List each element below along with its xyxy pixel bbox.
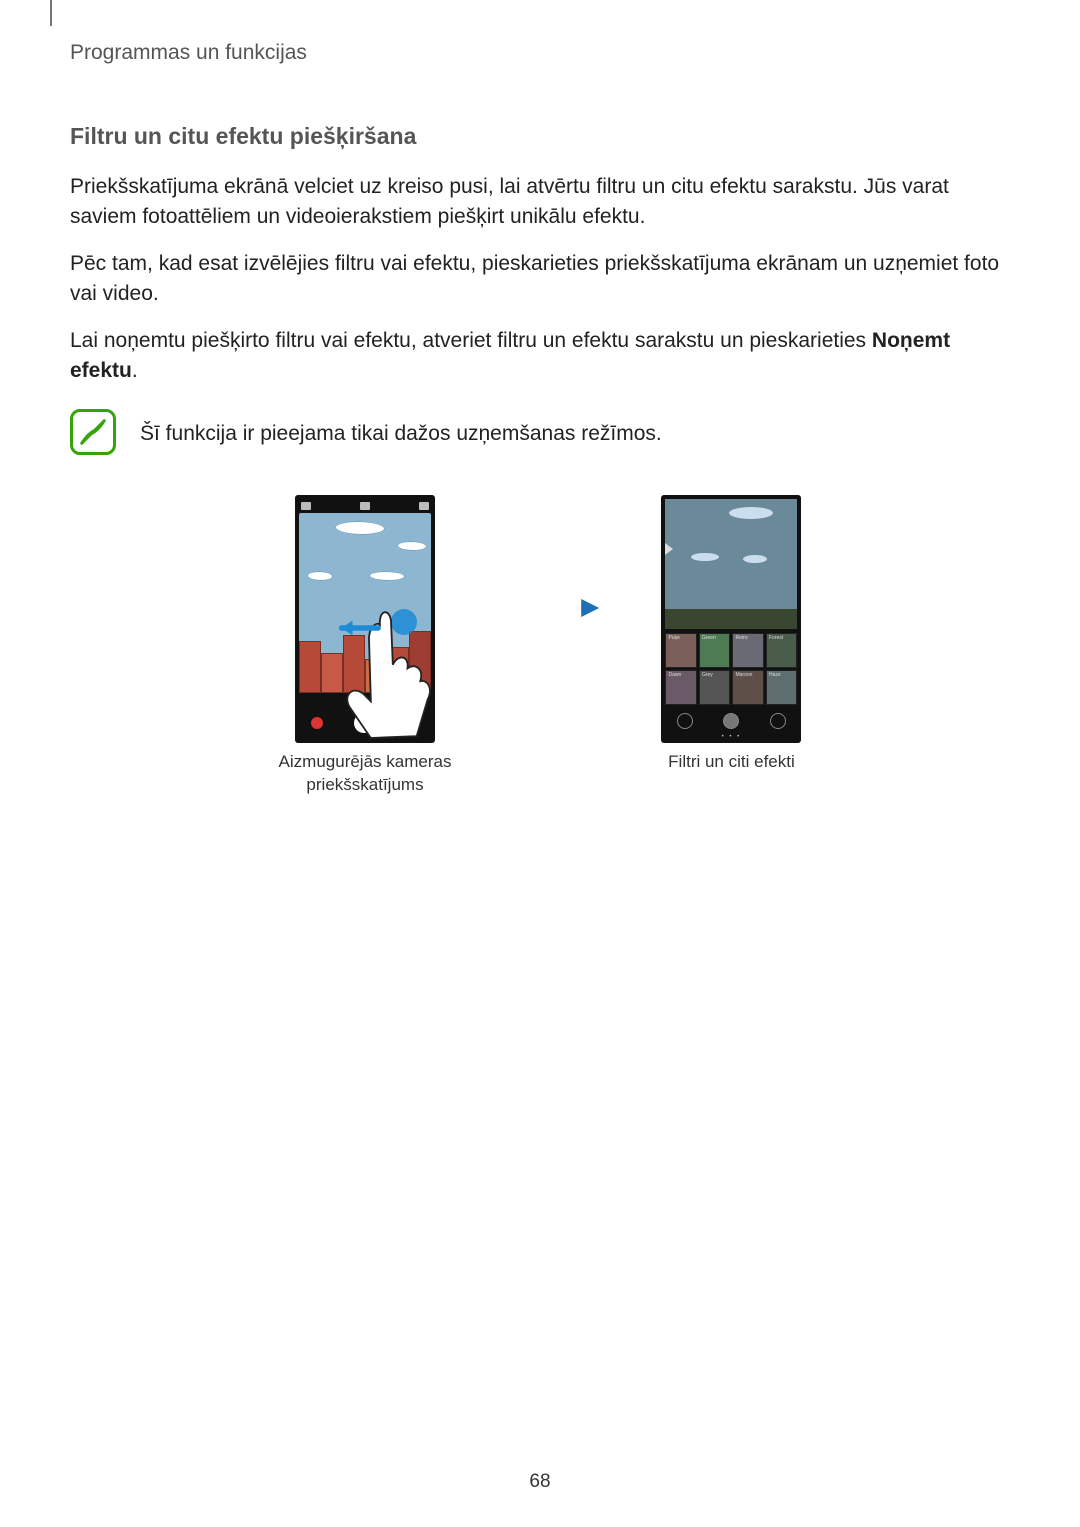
paragraph-3-c: . <box>132 359 138 382</box>
page-edge-mark <box>50 0 52 26</box>
filter-thumb: Maroon <box>732 670 764 705</box>
filter-thumb: Forest <box>766 633 798 668</box>
paragraph-2: Pēc tam, kad esat izvēlējies filtru vai … <box>70 249 1010 310</box>
note-icon <box>70 409 116 455</box>
figure-right: Puķe Green Retro Forest Dawn Grey Maroon… <box>661 495 801 774</box>
page-number: 68 <box>0 1471 1080 1493</box>
swipe-gesture-overlay <box>331 587 427 727</box>
pager-dots-icon: • • • <box>661 734 801 740</box>
filter-icon-row <box>661 713 801 729</box>
phone-filters: Puķe Green Retro Forest Dawn Grey Maroon… <box>661 495 801 743</box>
note-text: Šī funkcija ir pieejama tikai dažos uzņe… <box>140 413 662 449</box>
sticker-icon <box>770 713 786 729</box>
figure-left-caption: Aizmugurējās kameras priekšskatījums <box>279 751 452 797</box>
paragraph-1: Priekšskatījuma ekrānā velciet uz kreiso… <box>70 172 1010 233</box>
filter-preview <box>665 499 797 629</box>
filter-thumb: Puķe <box>665 633 697 668</box>
filter-thumb: Haze <box>766 670 798 705</box>
figure-right-caption: Filtri un citi efekti <box>668 751 795 774</box>
filter-thumb: Green <box>699 633 731 668</box>
figure-left-caption-line2: priekšskatījums <box>306 775 423 794</box>
paragraph-3: Lai noņemtu piešķirto filtru vai efektu,… <box>70 326 1010 387</box>
record-icon <box>311 717 323 729</box>
figure-left-caption-line1: Aizmugurējās kameras <box>279 752 452 771</box>
flash-icon <box>360 502 370 510</box>
face-icon <box>677 713 693 729</box>
paragraph-3-a: Lai noņemtu piešķirto filtru vai efektu,… <box>70 329 872 352</box>
statusbar <box>301 501 429 511</box>
filter-grid: Puķe Green Retro Forest Dawn Grey Maroon… <box>665 633 797 705</box>
note-callout: Šī funkcija ir pieejama tikai dažos uzņe… <box>70 413 1010 455</box>
chevron-left-icon <box>665 543 673 555</box>
filter-thumb: Retro <box>732 633 764 668</box>
arrow-icon <box>511 593 601 628</box>
filter-thumb: Grey <box>699 670 731 705</box>
subheading: Filtru un citu efektu piešķiršana <box>70 123 1010 150</box>
section-header: Programmas un funkcijas <box>70 41 1010 65</box>
filter-thumb: Dawn <box>665 670 697 705</box>
aspect-icon <box>301 502 311 510</box>
phone-preview <box>295 495 435 743</box>
figure-row: Aizmugurējās kameras priekšskatījums <box>70 495 1010 797</box>
figure-left: Aizmugurējās kameras priekšskatījums <box>279 495 452 797</box>
settings-icon <box>419 502 429 510</box>
filter-icon <box>723 713 739 729</box>
